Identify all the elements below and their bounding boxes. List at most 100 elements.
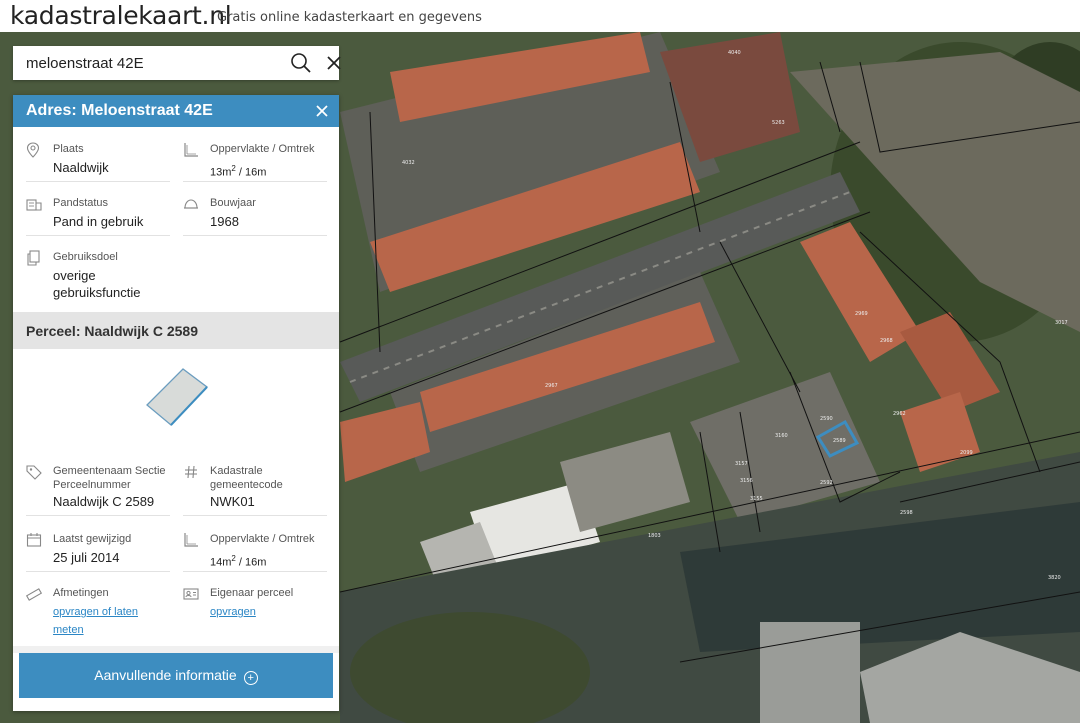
additional-info-label: Aanvullende informatie [94, 667, 237, 683]
map-building-bottom [760, 622, 860, 723]
parcel-label: 3820 [1048, 575, 1061, 581]
ruler-corner-icon [183, 532, 199, 548]
calendar-icon [26, 532, 42, 548]
field-pandstatus: Pandstatus Pand in gebruik [26, 196, 171, 236]
divider [183, 515, 327, 516]
field-afmetingen: Afmetingen opvragen of laten meten [25, 586, 171, 636]
panel-title: Adres: Meloenstraat 42E [26, 102, 213, 119]
parcel-label: 2590 [820, 416, 833, 422]
parcel-label: 4040 [728, 50, 741, 56]
plus-circle-icon: + [243, 671, 258, 685]
link-line: meten [53, 624, 84, 636]
divider [183, 571, 327, 572]
field-label: Pandstatus [53, 197, 109, 209]
field-value: Pand in gebruik [53, 214, 144, 229]
field-label: Oppervlakte / Omtrek [210, 533, 315, 545]
field-label: Oppervlakte / Omtrek [210, 143, 315, 155]
parcel-label: 2589 [833, 438, 846, 444]
field-label: Eigenaar perceel [210, 587, 294, 599]
panel-footer-divider [13, 646, 339, 653]
field-label: Kadastrale gemeentecode [210, 464, 335, 492]
field-label: Afmetingen [53, 587, 109, 599]
divider [26, 515, 170, 516]
field-label-line: Kadastrale [210, 465, 263, 477]
divider [183, 181, 327, 182]
field-bouwjaar: Bouwjaar 1968 [183, 196, 328, 236]
parcel-label: 4032 [402, 160, 415, 166]
parcel-label: 2099 [960, 450, 973, 456]
perceel-title: Perceel: Naaldwijk C 2589 [26, 323, 198, 339]
tag-icon [26, 464, 42, 480]
site-logo[interactable]: kadastralekaart.nl [10, 1, 232, 30]
site-tagline: Gratis online kadasterkaart en gegevens [217, 10, 482, 25]
parcel-label: 1803 [648, 533, 661, 539]
field-value-line: overige [53, 268, 96, 283]
divider [26, 181, 170, 182]
additional-info-button[interactable]: Aanvullende informatie + [19, 653, 333, 698]
field-eigenaar: Eigenaar perceel opvragen [183, 586, 328, 636]
field-value: overige gebruiksfunctie [53, 267, 178, 301]
parcel-label: 2598 [900, 510, 913, 516]
field-gemeentecode: Kadastrale gemeentecode NWK01 [183, 464, 328, 516]
request-owner-link[interactable]: opvragen [210, 606, 256, 618]
parcel-label: 3160 [775, 433, 788, 439]
field-label-line: Perceelnummer [53, 479, 131, 491]
search-icon[interactable] [289, 52, 313, 74]
info-panel: Adres: Meloenstraat 42E Plaats Naaldwijk… [13, 95, 339, 711]
field-label: Gebruiksdoel [53, 251, 118, 263]
parcel-label: 3156 [740, 478, 753, 484]
field-value: opvragen of laten meten [53, 602, 178, 638]
parcel-label: 3157 [735, 461, 748, 467]
divider [26, 571, 170, 572]
request-measurements-link[interactable]: opvragen of laten meten [53, 606, 138, 636]
id-card-icon [183, 586, 199, 602]
location-pin-icon [26, 142, 42, 158]
hash-icon [183, 464, 199, 480]
field-label: Bouwjaar [210, 197, 256, 209]
parcel-label: 2962 [893, 411, 906, 417]
perceel-section-header: Perceel: Naaldwijk C 2589 [13, 312, 339, 349]
field-value: 25 juli 2014 [53, 550, 120, 565]
field-label: Laatst gewijzigd [53, 533, 132, 545]
close-icon[interactable] [315, 104, 329, 118]
site-header: kadastralekaart.nl Gratis online kadaste… [0, 0, 1080, 32]
search-input[interactable] [13, 46, 276, 80]
field-gemeentenaam: Gemeentenaam Sectie Perceelnummer Naaldwi… [26, 464, 171, 516]
perimeter-value: / 16m [235, 166, 267, 179]
measuring-tape-icon [25, 586, 43, 602]
parcel-label: 3155 [750, 496, 763, 502]
divider [26, 235, 170, 236]
field-value: 14m2 / 16m [210, 550, 335, 572]
field-laatst-gewijzigd: Laatst gewijzigd 25 juli 2014 [26, 532, 171, 572]
construction-helmet-icon [183, 196, 199, 212]
parcel-label: 5263 [772, 120, 785, 126]
field-value: opvragen [210, 602, 335, 620]
search-bar [13, 46, 341, 80]
perimeter-value: / 16m [235, 556, 267, 569]
parcel-shape-preview [143, 367, 213, 429]
parcel-label: 2969 [855, 311, 868, 317]
close-icon[interactable] [325, 54, 343, 72]
field-label-line: Gemeentenaam Sectie [53, 465, 166, 477]
panel-header: Adres: Meloenstraat 42E [13, 95, 339, 127]
field-value: Naaldwijk [53, 160, 109, 175]
field-gebruiksdoel: Gebruiksdoel overige gebruiksfunctie [26, 250, 171, 306]
field-value: 13m2 / 16m [210, 160, 335, 182]
field-label: Gemeentenaam Sectie Perceelnummer [53, 464, 178, 492]
parcel-label: 2967 [545, 383, 558, 389]
field-plaats: Plaats Naaldwijk [26, 142, 171, 182]
field-value: Naaldwijk C 2589 [53, 494, 155, 509]
field-value: NWK01 [210, 494, 255, 509]
link-line: opvragen of laten [53, 606, 139, 618]
field-label-line: gemeentecode [210, 479, 283, 491]
parcel-label: 2592 [820, 480, 833, 486]
documents-icon [26, 250, 42, 266]
field-value-line: gebruiksfunctie [53, 285, 141, 300]
parcel-label: 2968 [880, 338, 893, 344]
area-value: 13m [210, 166, 232, 179]
field-oppervlakte: Oppervlakte / Omtrek 13m2 / 16m [183, 142, 328, 182]
parcel-label: 3017 [1055, 320, 1068, 326]
field-value: 1968 [210, 214, 239, 229]
building-status-icon [26, 196, 42, 212]
ruler-corner-icon [183, 142, 199, 158]
